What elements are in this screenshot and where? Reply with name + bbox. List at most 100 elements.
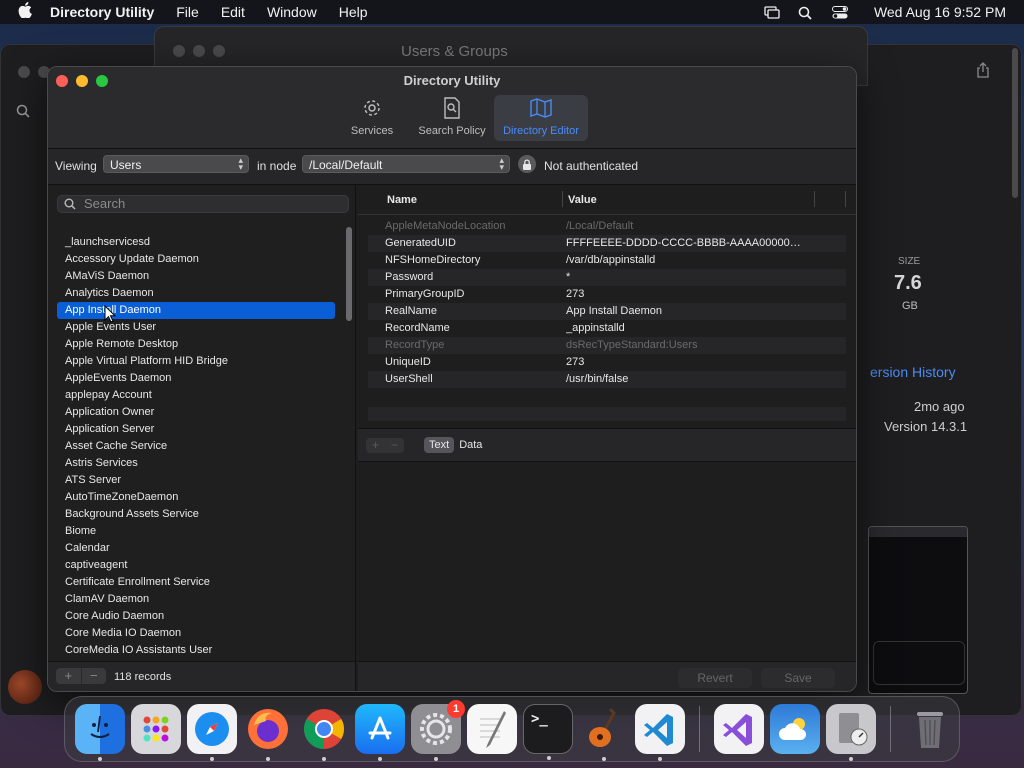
- app-name-menu[interactable]: Directory Utility: [50, 4, 154, 20]
- directory-editor-tab[interactable]: Directory Editor: [494, 95, 588, 141]
- attribute-value[interactable]: _appinstalld: [566, 320, 816, 337]
- value-editor-toolbar: + − Text Data: [358, 428, 856, 462]
- record-list-item[interactable]: App Install Daemon: [57, 302, 335, 319]
- menu-bar-clock[interactable]: Wed Aug 16 9:52 PM: [874, 4, 1006, 20]
- screen-mirroring-icon[interactable]: [764, 5, 780, 19]
- record-list-item[interactable]: Apple Virtual Platform HID Bridge: [57, 353, 335, 370]
- attribute-row[interactable]: PrimaryGroupID 273: [368, 286, 846, 303]
- node-popup[interactable]: /Local/Default ▴ ▾: [302, 155, 510, 173]
- record-list-item[interactable]: Certificate Enrollment Service: [57, 574, 335, 591]
- size-unit: GB: [902, 300, 918, 312]
- revert-button[interactable]: Revert: [678, 668, 752, 688]
- add-value-button[interactable]: +: [366, 438, 385, 453]
- record-list-item[interactable]: AppleEvents Daemon: [57, 370, 335, 387]
- attribute-value[interactable]: App Install Daemon: [566, 303, 816, 320]
- text-format-tab[interactable]: Text: [424, 437, 455, 453]
- visual-studio-icon[interactable]: [714, 704, 764, 754]
- attribute-value[interactable]: /Local/Default: [566, 218, 816, 235]
- attribute-row[interactable]: Password *: [368, 269, 846, 286]
- attribute-row[interactable]: RealName App Install Daemon: [368, 303, 846, 320]
- remove-value-button[interactable]: −: [385, 438, 404, 453]
- attribute-row[interactable]: UniqueID 273: [368, 354, 846, 371]
- attribute-row[interactable]: NFSHomeDirectory/var/db/appinstalld: [368, 252, 846, 269]
- record-list-item[interactable]: Asset Cache Service: [57, 438, 335, 455]
- file-menu[interactable]: File: [176, 4, 199, 20]
- record-list-item[interactable]: Core Audio Daemon: [57, 608, 335, 625]
- finder-icon[interactable]: [75, 704, 125, 761]
- spotlight-search-icon[interactable]: [798, 6, 814, 20]
- data-format-tab[interactable]: Data: [454, 437, 487, 453]
- record-list-item[interactable]: Apple Remote Desktop: [57, 336, 335, 353]
- record-list-item[interactable]: Background Assets Service: [57, 506, 335, 523]
- record-list-item[interactable]: Analytics Daemon: [57, 285, 335, 302]
- record-type-popup[interactable]: Users ▴ ▾: [103, 155, 249, 173]
- help-menu[interactable]: Help: [339, 4, 368, 20]
- attribute-row[interactable]: AppleMetaNodeLocation/Local/Default: [368, 218, 846, 235]
- record-list-item[interactable]: AMaViS Daemon: [57, 268, 335, 285]
- record-list-item[interactable]: ClamAV Daemon: [57, 591, 335, 608]
- record-list-item[interactable]: CoreMedia IO Assistants User: [57, 642, 335, 659]
- attribute-row[interactable]: RecordName _appinstalld: [368, 320, 846, 337]
- apple-menu-icon[interactable]: [10, 1, 40, 23]
- record-list-item[interactable]: Application Server: [57, 421, 335, 438]
- add-record-button[interactable]: +: [56, 668, 82, 684]
- attribute-row[interactable]: UserShell/usr/bin/false: [368, 371, 846, 388]
- vscode-icon[interactable]: [635, 704, 685, 761]
- save-button[interactable]: Save: [761, 668, 835, 688]
- launchpad-icon[interactable]: [131, 704, 181, 754]
- records-footer: + − 118 records: [48, 661, 356, 691]
- search-policy-label: Search Policy: [418, 125, 486, 137]
- record-list-item[interactable]: captiveagent: [57, 557, 335, 574]
- attribute-value[interactable]: dsRecTypeStandard:Users: [566, 337, 816, 354]
- services-tab[interactable]: Services: [334, 95, 410, 141]
- value-column-header[interactable]: Value: [568, 194, 597, 206]
- lock-icon[interactable]: [518, 155, 536, 173]
- records-list: _launchservicesd Accessory Update Daemon A…: [57, 234, 335, 659]
- attribute-row[interactable]: GeneratedUID FFFFEEEE-DDDD-CCCC-BBBB-AAAA…: [368, 235, 846, 252]
- system-settings-icon[interactable]: 1: [411, 700, 465, 761]
- record-list-item[interactable]: ATS Server: [57, 472, 335, 489]
- safari-icon[interactable]: [187, 704, 237, 761]
- record-list-item[interactable]: Application Owner: [57, 404, 335, 421]
- chrome-icon[interactable]: [299, 704, 349, 761]
- attribute-value[interactable]: FFFFEEEE-DDDD-CCCC-BBBB-AAAA00000…: [566, 235, 816, 252]
- record-list-item[interactable]: AutoTimeZoneDaemon: [57, 489, 335, 506]
- attribute-value[interactable]: *: [566, 269, 816, 286]
- trash-icon[interactable]: [905, 704, 955, 754]
- attribute-value[interactable]: 273: [566, 286, 816, 303]
- record-list-item[interactable]: _launchservicesd: [57, 234, 335, 251]
- control-center-icon[interactable]: [831, 5, 848, 19]
- record-list-item[interactable]: Biome: [57, 523, 335, 540]
- garageband-icon[interactable]: [579, 704, 629, 761]
- record-list-item[interactable]: applepay Account: [57, 387, 335, 404]
- record-list-item[interactable]: Calendar: [57, 540, 335, 557]
- attribute-name: Password: [385, 271, 434, 283]
- record-list-item[interactable]: Apple Events User: [57, 319, 335, 336]
- firefox-icon[interactable]: [243, 704, 293, 761]
- attribute-value[interactable]: /var/db/appinstalld: [566, 252, 816, 269]
- directory-utility-dock-icon[interactable]: [826, 704, 876, 761]
- dock: 1 >_: [64, 696, 960, 762]
- textedit-icon[interactable]: [467, 704, 517, 754]
- attribute-value[interactable]: 273: [566, 354, 816, 371]
- terminal-icon[interactable]: >_: [523, 704, 573, 760]
- in-node-label: in node: [257, 159, 297, 173]
- search-input[interactable]: Search: [57, 195, 349, 213]
- name-column-header[interactable]: Name: [387, 194, 417, 206]
- edit-menu[interactable]: Edit: [221, 4, 245, 20]
- attribute-value[interactable]: /usr/bin/false: [566, 371, 816, 388]
- menu-bar: Directory Utility File Edit Window Help …: [0, 0, 1024, 24]
- weather-icon[interactable]: [770, 704, 820, 754]
- document-search-icon: [441, 97, 463, 119]
- record-list-item[interactable]: Astris Services: [57, 455, 335, 472]
- popup-arrows-icon: ▴ ▾: [499, 155, 504, 172]
- record-list-item[interactable]: Core Media IO Daemon: [57, 625, 335, 642]
- search-policy-tab[interactable]: Search Policy: [414, 95, 490, 141]
- node-value: /Local/Default: [309, 158, 383, 172]
- remove-record-button[interactable]: −: [82, 668, 107, 684]
- record-list-item[interactable]: Accessory Update Daemon: [57, 251, 335, 268]
- app-store-icon[interactable]: [355, 704, 405, 761]
- records-scrollbar[interactable]: [346, 227, 352, 321]
- window-menu[interactable]: Window: [267, 4, 317, 20]
- attribute-row[interactable]: RecordType dsRecTypeStandard:Users: [368, 337, 846, 354]
